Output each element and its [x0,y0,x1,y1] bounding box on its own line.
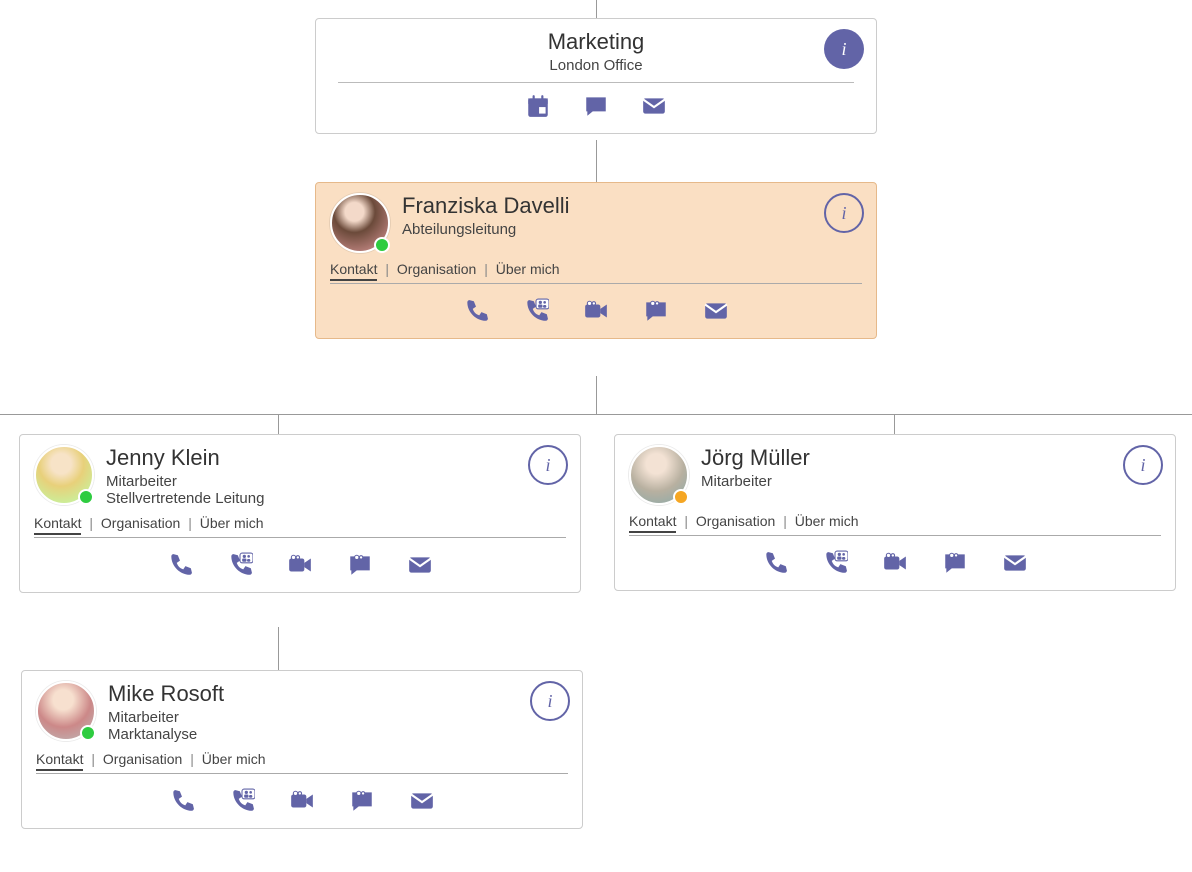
calendar-icon[interactable] [525,93,551,119]
phone-icon[interactable] [169,788,195,814]
phone-icon[interactable] [167,552,193,578]
divider [330,283,862,284]
tab-contact[interactable]: Kontakt [36,751,83,771]
mail-icon[interactable] [703,298,729,324]
tab-separator: | [89,515,93,531]
presence-indicator [673,489,689,505]
org-connector [278,627,279,670]
person-extra: Stellvertretende Leitung [106,490,264,507]
info-button[interactable]: i [1123,445,1163,485]
org-connector [596,376,597,414]
avatar [330,193,390,253]
tab-separator: | [684,513,688,529]
tab-separator: | [783,513,787,529]
presence-indicator [374,237,390,253]
person-name: Mike Rosoft [108,681,224,707]
tab-organization[interactable]: Organisation [101,515,180,533]
teams-chat-icon[interactable] [349,788,375,814]
teams-call-icon[interactable] [229,788,255,814]
mail-icon[interactable] [1002,550,1028,576]
tab-organization[interactable]: Organisation [397,261,476,279]
tab-separator: | [484,261,488,277]
person-tabs: Kontakt | Organisation | Über mich [330,261,862,277]
department-card: Marketing London Office i [315,18,877,134]
info-button[interactable]: i [824,29,864,69]
tab-contact[interactable]: Kontakt [629,513,676,533]
person-card-franziska[interactable]: Franziska Davelli Abteilungsleitung Kont… [315,182,877,339]
video-call-icon[interactable] [289,788,315,814]
phone-icon[interactable] [762,550,788,576]
person-card-mike[interactable]: Mike Rosoft Mitarbeiter Marktanalyse Kon… [21,670,583,829]
tab-separator: | [91,751,95,767]
presence-indicator [80,725,96,741]
tab-separator: | [385,261,389,277]
person-tabs: Kontakt | Organisation | Über mich [629,513,1161,529]
tab-about[interactable]: Über mich [202,751,266,769]
teams-call-icon[interactable] [227,552,253,578]
phone-icon[interactable] [463,298,489,324]
department-title: Marketing [330,29,862,55]
tab-separator: | [188,515,192,531]
person-role: Mitarbeiter [108,709,224,726]
org-connector [596,140,597,182]
tab-organization[interactable]: Organisation [103,751,182,769]
tab-contact[interactable]: Kontakt [330,261,377,281]
tab-organization[interactable]: Organisation [696,513,775,531]
info-button[interactable]: i [824,193,864,233]
person-role: Abteilungsleitung [402,221,570,238]
person-name: Jörg Müller [701,445,810,471]
person-role: Mitarbeiter [701,473,810,490]
info-button[interactable]: i [528,445,568,485]
avatar [629,445,689,505]
person-card-joerg[interactable]: Jörg Müller Mitarbeiter Kontakt | Organi… [614,434,1176,591]
avatar [36,681,96,741]
tab-about[interactable]: Über mich [200,515,264,533]
person-name: Franziska Davelli [402,193,570,219]
avatar [34,445,94,505]
person-card-jenny[interactable]: Jenny Klein Mitarbeiter Stellvertretende… [19,434,581,593]
chat-icon[interactable] [583,93,609,119]
org-connector [596,0,597,18]
video-call-icon[interactable] [583,298,609,324]
mail-icon[interactable] [409,788,435,814]
tab-about[interactable]: Über mich [795,513,859,531]
divider [629,535,1161,536]
presence-indicator [78,489,94,505]
person-tabs: Kontakt | Organisation | Über mich [34,515,566,531]
person-extra: Marktanalyse [108,726,224,743]
teams-chat-icon[interactable] [347,552,373,578]
teams-chat-icon[interactable] [643,298,669,324]
tab-contact[interactable]: Kontakt [34,515,81,535]
video-call-icon[interactable] [882,550,908,576]
tab-about[interactable]: Über mich [496,261,560,279]
org-connector [278,414,279,434]
department-subtitle: London Office [330,57,862,74]
person-name: Jenny Klein [106,445,264,471]
org-connector [0,414,1192,415]
teams-chat-icon[interactable] [942,550,968,576]
person-tabs: Kontakt | Organisation | Über mich [36,751,568,767]
divider [36,773,568,774]
teams-call-icon[interactable] [523,298,549,324]
divider [338,82,854,83]
mail-icon[interactable] [641,93,667,119]
divider [34,537,566,538]
person-role: Mitarbeiter [106,473,264,490]
info-button[interactable]: i [530,681,570,721]
teams-call-icon[interactable] [822,550,848,576]
org-connector [894,414,895,434]
video-call-icon[interactable] [287,552,313,578]
tab-separator: | [190,751,194,767]
mail-icon[interactable] [407,552,433,578]
